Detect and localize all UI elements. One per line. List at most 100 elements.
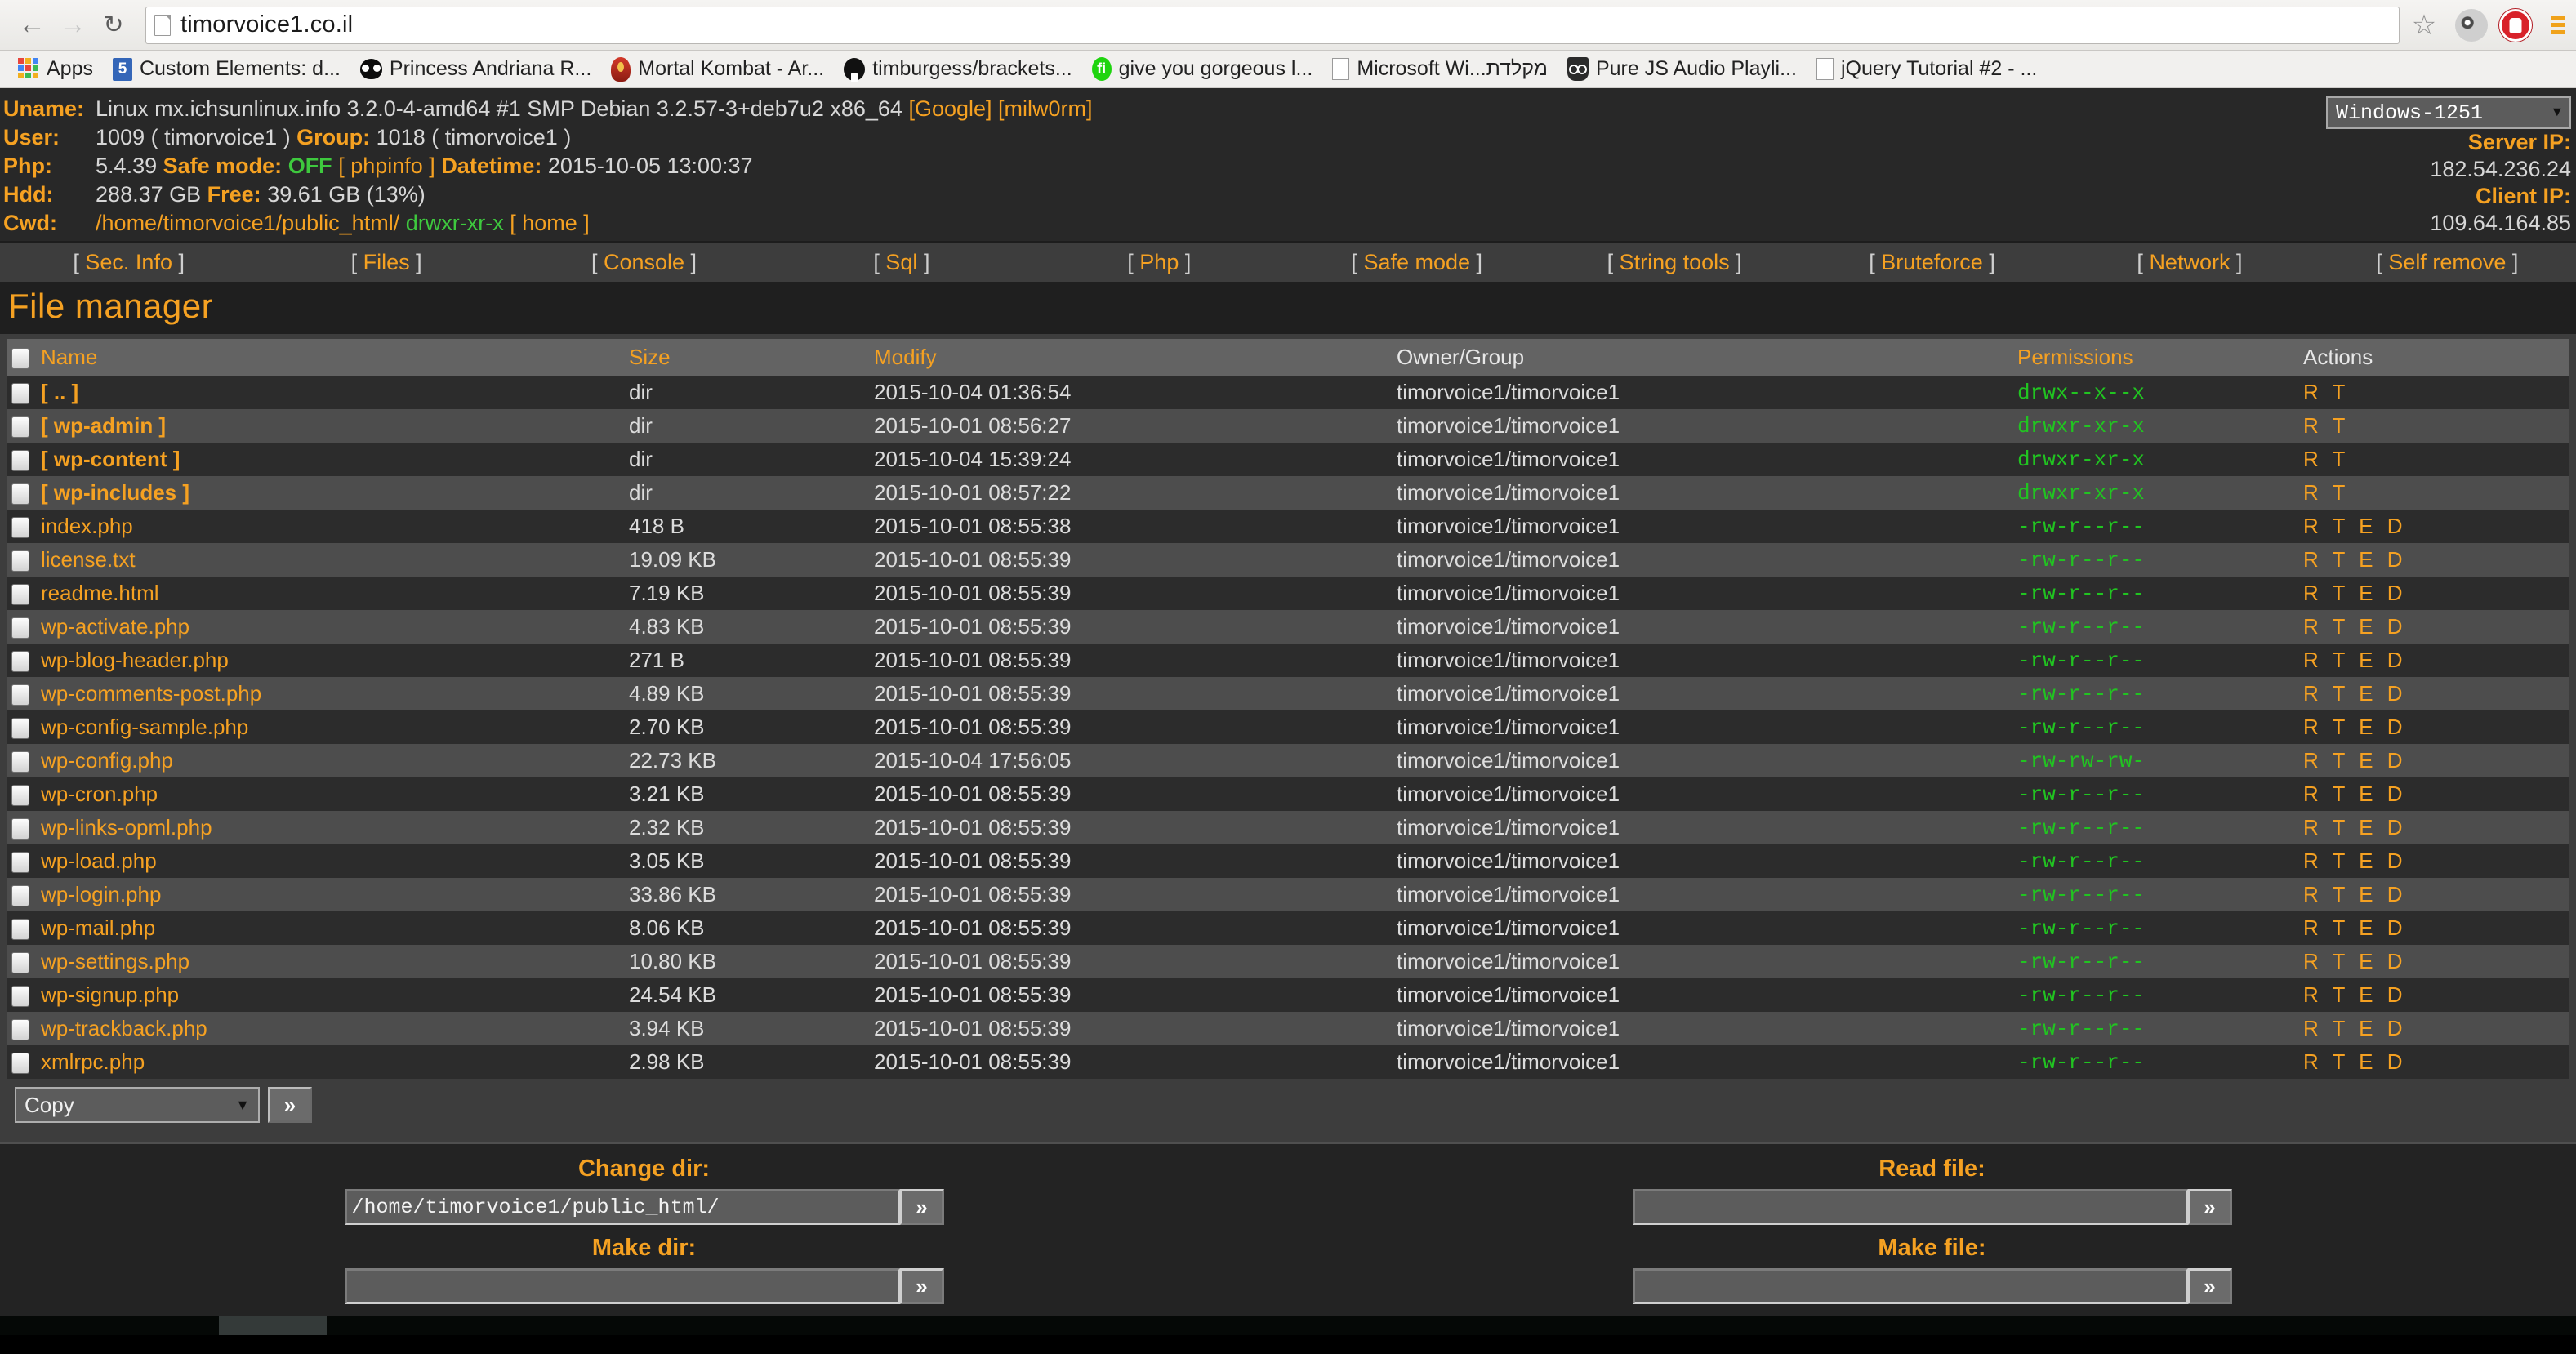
cell-permissions[interactable]: -rw-r--r--: [2012, 510, 2298, 543]
cell-actions[interactable]: R T E D: [2298, 811, 2569, 844]
nav-item-network[interactable]: [ Network ]: [2061, 250, 2318, 275]
file-link[interactable]: wp-login.php: [41, 882, 161, 906]
cell-permissions[interactable]: -rw-r--r--: [2012, 677, 2298, 710]
cell-permissions[interactable]: drwxr-xr-x: [2012, 443, 2298, 476]
cell-actions[interactable]: R T E D: [2298, 878, 2569, 911]
bookmark-microsoft-wi[interactable]: Microsoft Wi...מקלדת: [1322, 54, 1558, 85]
make-dir-submit-button[interactable]: »: [899, 1268, 944, 1304]
cell-actions[interactable]: R T E D: [2298, 710, 2569, 744]
nav-item-safe-mode[interactable]: [ Safe mode ]: [1288, 250, 1545, 275]
column-header-modify[interactable]: Modify: [869, 339, 1392, 376]
column-header-permissions[interactable]: Permissions: [2012, 339, 2298, 376]
nav-item-self-remove[interactable]: [ Self remove ]: [2319, 250, 2576, 275]
row-checkbox[interactable]: [11, 952, 29, 974]
nav-item-bruteforce[interactable]: [ Bruteforce ]: [1803, 250, 2061, 275]
cell-permissions[interactable]: -rw-r--r--: [2012, 577, 2298, 610]
make-dir-input[interactable]: [344, 1268, 900, 1304]
cell-permissions[interactable]: -rw-r--r--: [2012, 644, 2298, 677]
cell-permissions[interactable]: -rw-rw-rw-: [2012, 744, 2298, 777]
back-button[interactable]: ←: [11, 5, 52, 46]
milw0rm-link[interactable]: [milw0rm]: [998, 96, 1093, 121]
nav-item-sql[interactable]: [ Sql ]: [773, 250, 1030, 275]
cell-permissions[interactable]: -rw-r--r--: [2012, 543, 2298, 577]
google-link[interactable]: [Google]: [908, 96, 992, 121]
read-file-submit-button[interactable]: »: [2187, 1189, 2232, 1225]
file-link[interactable]: wp-cron.php: [41, 782, 158, 806]
encoding-select[interactable]: Windows-1251 ▼: [2326, 96, 2571, 129]
bookmark-star-icon[interactable]: ☆: [2406, 7, 2442, 43]
phpinfo-link[interactable]: [ phpinfo ]: [338, 154, 435, 178]
row-checkbox[interactable]: [11, 383, 29, 405]
cell-actions[interactable]: R T E D: [2298, 577, 2569, 610]
file-link[interactable]: xmlrpc.php: [41, 1049, 145, 1074]
file-link[interactable]: index.php: [41, 514, 133, 538]
cell-permissions[interactable]: drwxr-xr-x: [2012, 409, 2298, 443]
cell-actions[interactable]: R T E D: [2298, 644, 2569, 677]
change-dir-input[interactable]: /home/timorvoice1/public_html/: [344, 1189, 900, 1225]
file-link[interactable]: wp-links-opml.php: [41, 815, 212, 840]
row-checkbox[interactable]: [11, 986, 29, 1008]
row-checkbox[interactable]: [11, 416, 29, 439]
cell-permissions[interactable]: -rw-r--r--: [2012, 811, 2298, 844]
column-header-name[interactable]: Name: [36, 339, 624, 376]
address-bar[interactable]: timorvoice1.co.il: [145, 6, 2400, 44]
cell-permissions[interactable]: -rw-r--r--: [2012, 844, 2298, 878]
file-link[interactable]: wp-trackback.php: [41, 1016, 207, 1040]
file-link[interactable]: wp-blog-header.php: [41, 648, 229, 672]
row-checkbox[interactable]: [11, 751, 29, 773]
file-link[interactable]: wp-load.php: [41, 848, 157, 873]
film-extension-icon[interactable]: [2455, 8, 2488, 42]
row-checkbox[interactable]: [11, 517, 29, 539]
adblock-extension-icon[interactable]: [2499, 8, 2532, 42]
cell-permissions[interactable]: -rw-r--r--: [2012, 978, 2298, 1012]
cell-actions[interactable]: R T E D: [2298, 844, 2569, 878]
row-checkbox[interactable]: [11, 450, 29, 472]
cell-actions[interactable]: R T E D: [2298, 677, 2569, 710]
file-link[interactable]: wp-activate.php: [41, 614, 189, 639]
column-header-size[interactable]: Size: [624, 339, 869, 376]
cell-actions[interactable]: R T E D: [2298, 911, 2569, 945]
directory-link[interactable]: [ wp-includes ]: [41, 480, 189, 505]
home-link[interactable]: [ home ]: [510, 211, 590, 235]
taskbar-window-button[interactable]: [219, 1316, 327, 1335]
cell-permissions[interactable]: -rw-r--r--: [2012, 777, 2298, 811]
cell-permissions[interactable]: -rw-r--r--: [2012, 610, 2298, 644]
bookmark-give-you-gorgeous[interactable]: fi give you gorgeous l...: [1082, 54, 1323, 85]
cell-actions[interactable]: R T E D: [2298, 1045, 2569, 1079]
file-link[interactable]: readme.html: [41, 581, 159, 605]
nav-item-php[interactable]: [ Php ]: [1031, 250, 1288, 275]
bookmark-princess-andriana[interactable]: Princess Andriana R...: [350, 54, 601, 85]
bookmark-timburgess-brackets[interactable]: timburgess/brackets...: [834, 54, 1082, 85]
row-checkbox[interactable]: [11, 550, 29, 572]
cell-permissions[interactable]: -rw-r--r--: [2012, 710, 2298, 744]
row-checkbox[interactable]: [11, 785, 29, 807]
bookmark-custom-elements[interactable]: 5 Custom Elements: d...: [103, 54, 350, 85]
bookmark-pure-js-audio[interactable]: Pure JS Audio Playli...: [1558, 54, 1807, 85]
file-link[interactable]: wp-config.php: [41, 748, 173, 773]
nav-item-console[interactable]: [ Console ]: [515, 250, 773, 275]
row-checkbox[interactable]: [11, 684, 29, 706]
cell-permissions[interactable]: -rw-r--r--: [2012, 1045, 2298, 1079]
cell-actions[interactable]: R T E D: [2298, 744, 2569, 777]
directory-link[interactable]: [ wp-content ]: [41, 447, 180, 471]
make-file-submit-button[interactable]: »: [2187, 1268, 2232, 1304]
cell-actions[interactable]: R T E D: [2298, 1012, 2569, 1045]
directory-link[interactable]: [ .. ]: [41, 380, 78, 404]
file-link[interactable]: wp-signup.php: [41, 982, 179, 1007]
reload-button[interactable]: ↻: [93, 5, 134, 46]
cell-actions[interactable]: R T E D: [2298, 777, 2569, 811]
row-checkbox[interactable]: [11, 718, 29, 740]
row-checkbox[interactable]: [11, 651, 29, 673]
row-checkbox[interactable]: [11, 617, 29, 639]
cell-actions[interactable]: R T E D: [2298, 543, 2569, 577]
row-checkbox[interactable]: [11, 483, 29, 506]
file-link[interactable]: wp-comments-post.php: [41, 681, 261, 706]
cell-actions[interactable]: R T E D: [2298, 945, 2569, 978]
cell-actions[interactable]: R T E D: [2298, 610, 2569, 644]
row-checkbox[interactable]: [11, 919, 29, 941]
row-checkbox[interactable]: [11, 584, 29, 606]
bookmark-jquery-tutorial[interactable]: jQuery Tutorial #2 - ...: [1807, 54, 2047, 85]
cell-permissions[interactable]: -rw-r--r--: [2012, 911, 2298, 945]
file-link[interactable]: license.txt: [41, 547, 136, 572]
read-file-input[interactable]: [1632, 1189, 2188, 1225]
